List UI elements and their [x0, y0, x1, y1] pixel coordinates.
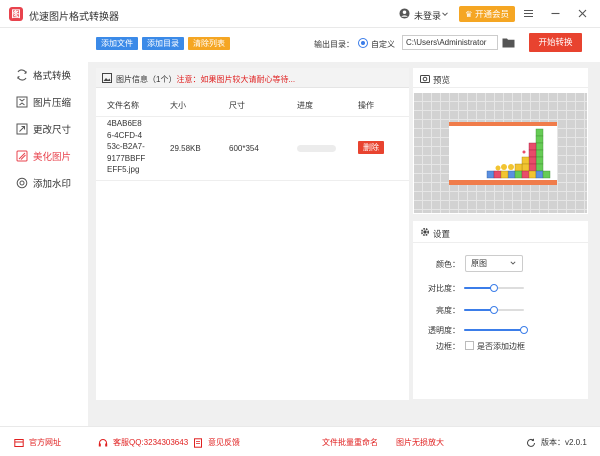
contrast-label: 对比度：: [428, 284, 460, 293]
slider-handle[interactable]: [520, 326, 528, 334]
lossless-upscale-label: 图片无损放大: [396, 438, 444, 447]
beautify-icon: [16, 150, 28, 162]
batch-rename-link[interactable]: 文件批量重命名: [322, 437, 378, 448]
sidebar-item-label: 更改尺寸: [33, 125, 72, 136]
border-label: 边框：: [436, 342, 460, 351]
menu-icon[interactable]: [522, 7, 535, 20]
feedback-link[interactable]: 意见反馈: [193, 437, 240, 448]
folder-icon[interactable]: [502, 37, 515, 48]
preview-title: 预览: [433, 75, 451, 85]
custom-dir-radio[interactable]: [358, 38, 368, 48]
vip-button[interactable]: ♛ 开通会员: [459, 6, 515, 22]
version-info[interactable]: 版本：v2.0.1: [526, 437, 587, 448]
add-border-checkbox[interactable]: [465, 341, 474, 350]
column-header-dimensions: 尺寸: [229, 101, 245, 110]
color-select-value: 原图: [471, 259, 487, 268]
chevron-down-icon[interactable]: [441, 10, 449, 18]
add-file-button[interactable]: 添加文件: [96, 37, 138, 50]
version-label: 版本：v2.0.1: [541, 438, 587, 447]
resize-icon: [16, 123, 28, 135]
user-icon[interactable]: [399, 8, 410, 19]
custom-dir-label[interactable]: 自定义: [371, 39, 395, 50]
feedback-icon: [194, 437, 202, 448]
login-button[interactable]: 未登录: [414, 9, 441, 22]
slider-fill: [464, 329, 524, 331]
batch-rename-label: 文件批量重命名: [322, 438, 378, 447]
crown-icon: ♛: [464, 9, 473, 19]
sidebar-item-compress[interactable]: 图片压缩: [16, 94, 71, 110]
preview-image: [414, 93, 587, 213]
file-name-line: EFF5.jpg: [107, 165, 140, 174]
file-name-line: 6-4CFD-4: [107, 130, 143, 140]
app-logo: 图: [9, 7, 23, 21]
clear-list-button[interactable]: 清除列表: [188, 37, 230, 50]
sidebar-item-resize[interactable]: 更改尺寸: [16, 121, 71, 137]
qq-support-link[interactable]: 客服QQ:3234303643: [98, 437, 188, 448]
compress-icon: [16, 96, 28, 108]
file-dimensions-cell: 600*354: [229, 144, 259, 153]
refresh-icon: [527, 438, 535, 447]
large-file-warning: 注意：如果图片较大请耐心等待...: [176, 75, 296, 84]
output-path-field[interactable]: C:\Users\Administrator: [402, 35, 498, 50]
format-icon: [17, 69, 27, 81]
column-header-name: 文件名称: [107, 101, 139, 110]
header-divider: [96, 116, 409, 117]
minimize-icon[interactable]: [549, 7, 562, 20]
feedback-label: 意见反馈: [208, 438, 240, 447]
website-link[interactable]: 官方网址: [14, 437, 61, 448]
app-title: 优速图片格式转换器: [29, 12, 119, 23]
sidebar-item-label: 格式转换: [33, 71, 72, 82]
lossless-upscale-link[interactable]: 图片无损放大: [396, 437, 444, 448]
file-size-cell: 29.58KB: [170, 144, 201, 153]
sidebar-item-label: 添加水印: [33, 179, 72, 190]
add-directory-button[interactable]: 添加目录: [142, 37, 184, 50]
column-header-progress: 进度: [297, 101, 313, 110]
add-border-checkbox-label[interactable]: 是否添加边框: [477, 341, 525, 352]
file-name-cell: 4BAB6E8 6-4CFD-4 53c-B2A7- 9177BBFF EFF5…: [107, 118, 145, 176]
headset-icon: [98, 438, 108, 446]
start-convert-button[interactable]: 开始转换: [529, 33, 582, 52]
sidebar-item-beautify[interactable]: 美化图片: [16, 148, 71, 164]
row-divider: [96, 180, 409, 181]
transparency-slider[interactable]: [464, 326, 528, 334]
footer: [0, 426, 600, 456]
slider-handle[interactable]: [490, 306, 498, 314]
sidebar-item-watermark[interactable]: 添加水印: [16, 175, 71, 191]
home-icon: [14, 438, 24, 447]
contrast-slider[interactable]: [464, 284, 524, 292]
progress-bar: [297, 145, 336, 152]
close-icon[interactable]: [576, 7, 589, 20]
color-label: 颜色：: [436, 260, 460, 269]
chevron-down-icon: [510, 261, 516, 265]
sidebar: [0, 29, 88, 426]
file-name-line: 9177BBFF: [107, 153, 146, 163]
file-count-text: 图片信息（1个）: [116, 75, 177, 84]
gear-icon: [420, 227, 430, 237]
sidebar-item-format[interactable]: 格式转换: [16, 67, 71, 83]
camera-icon: [420, 75, 430, 83]
file-panel-title: 图片信息（1个）注意：如果图片较大请耐心等待...: [116, 74, 295, 85]
settings-title: 设置: [433, 229, 451, 239]
watermark-icon: [16, 177, 28, 189]
delete-button[interactable]: 删除: [358, 141, 384, 154]
sidebar-item-label: 图片压缩: [33, 98, 72, 109]
qq-support-label: 客服QQ:3234303643: [113, 438, 189, 447]
sidebar-item-label: 美化图片: [33, 152, 72, 163]
vip-button-label: 开通会员: [474, 9, 509, 19]
output-dir-label: 输出目录：: [314, 40, 354, 49]
file-name-line: 53c-B2A7-: [107, 142, 145, 151]
brightness-label: 亮度：: [436, 306, 460, 315]
slider-handle[interactable]: [490, 284, 498, 292]
brightness-slider[interactable]: [464, 306, 524, 314]
column-header-size: 大小: [170, 101, 186, 110]
color-select[interactable]: 原图: [465, 255, 523, 272]
column-header-action: 操作: [358, 101, 374, 110]
transparency-label: 透明度：: [428, 326, 460, 335]
image-icon: [102, 73, 112, 83]
website-label: 官方网址: [29, 438, 61, 447]
file-name-line: 4BAB6E8: [107, 119, 142, 128]
